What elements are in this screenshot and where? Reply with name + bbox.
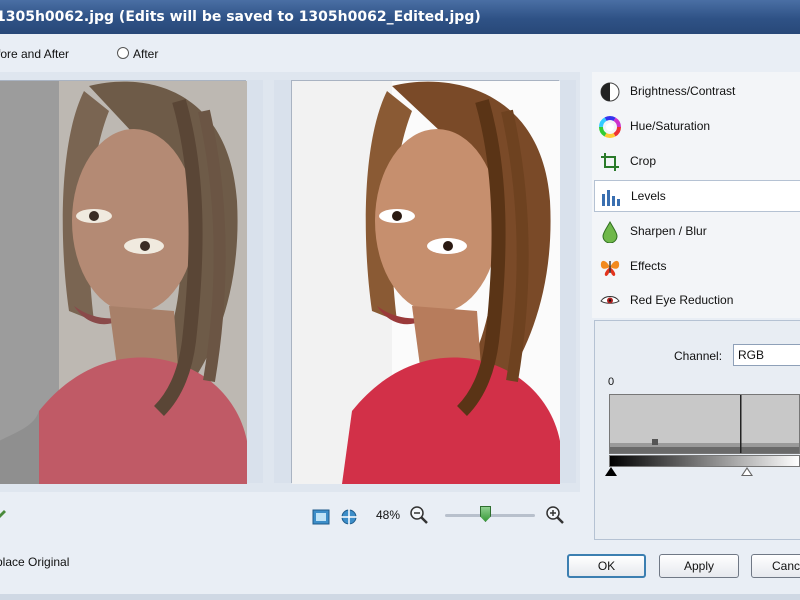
tool-crop[interactable]: Crop — [594, 146, 800, 176]
title-bar: 1305h0062.jpg (Edits will be saved to 13… — [0, 0, 800, 34]
window-title: 1305h0062.jpg (Edits will be saved to 13… — [0, 9, 481, 25]
butterfly-icon — [600, 260, 620, 276]
window-bottom-border — [0, 594, 800, 600]
zoom-out-icon[interactable] — [409, 505, 429, 525]
channel-select[interactable]: RGB — [733, 344, 800, 366]
before-image-pane[interactable] — [0, 80, 247, 484]
before-after-radio-label[interactable]: fore and After — [0, 47, 69, 61]
levels-histogram — [609, 394, 800, 454]
crop-icon — [601, 153, 619, 171]
black-point-slider[interactable] — [605, 467, 617, 476]
apply-button[interactable]: Apply — [659, 554, 739, 578]
histogram-graph — [610, 395, 799, 453]
channel-label: Channel: — [674, 349, 723, 363]
input-black-value: 0 — [608, 376, 615, 388]
levels-icon — [602, 190, 620, 206]
after-radio[interactable] — [117, 47, 129, 59]
replace-original-label[interactable]: place Original — [0, 555, 69, 569]
fit-to-window-icon[interactable] — [311, 507, 331, 527]
pane-gap — [559, 80, 576, 483]
pane-gap — [274, 80, 291, 483]
zoom-percent: 48% — [376, 508, 401, 522]
after-image-pane[interactable] — [291, 80, 560, 484]
after-photo — [292, 81, 560, 484]
after-radio-label[interactable]: After — [133, 47, 158, 61]
eye-icon — [600, 296, 620, 304]
midtone-slider[interactable] — [741, 467, 753, 476]
tool-sharpen-blur[interactable]: Sharpen / Blur — [594, 216, 800, 246]
color-wheel-icon — [599, 116, 621, 138]
before-photo — [0, 81, 247, 484]
ok-button[interactable]: OK — [567, 554, 646, 578]
arrow-icon[interactable] — [0, 510, 6, 518]
brightness-contrast-icon — [600, 82, 620, 102]
levels-gradient-bar — [609, 455, 800, 467]
tool-effects[interactable]: Effects — [594, 251, 800, 281]
tool-levels[interactable]: Levels — [594, 180, 800, 212]
droplet-icon — [602, 221, 618, 243]
tool-hue-saturation[interactable]: Hue/Saturation — [594, 111, 800, 141]
tool-brightness-contrast[interactable]: Brightness/Contrast — [594, 76, 800, 106]
view-mode-row: fore and After After — [0, 44, 590, 64]
cancel-button[interactable]: Canc — [751, 554, 800, 578]
tool-red-eye-reduction[interactable]: Red Eye Reduction — [594, 285, 800, 315]
actual-size-icon[interactable] — [339, 507, 359, 527]
pane-gap — [246, 80, 263, 483]
zoom-in-icon[interactable] — [545, 505, 565, 525]
